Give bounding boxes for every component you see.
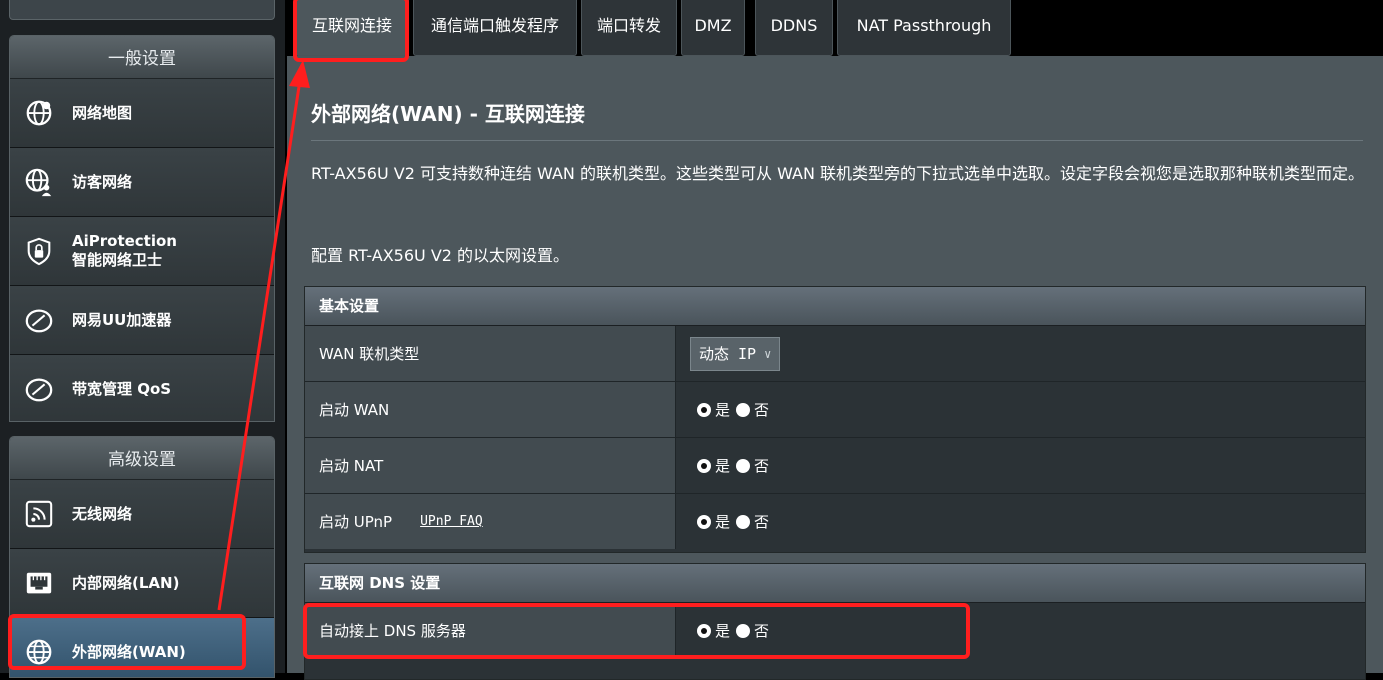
table-row-auto-dns: 自动接上 DNS 服务器 是 否 [305, 603, 1365, 658]
sidebar-item-network-map[interactable]: 网络地图 [10, 79, 274, 148]
radio-label-no: 否 [754, 622, 770, 640]
sidebar-item-label: 带宽管理 QoS [72, 379, 172, 398]
enable-upnp-label: 启动 UPnP [319, 513, 393, 531]
radio-label-yes: 是 [715, 401, 731, 419]
radio-label-no: 否 [754, 401, 770, 419]
sidebar: 一般设置 网络地图 访客网络 AiProtection 智能网络卫士 网易UU加… [0, 0, 285, 678]
sidebar-item-label: 网络地图 [72, 103, 133, 122]
tab-dmz[interactable]: DMZ [681, 0, 745, 56]
table-row-enable-wan: 启动 WAN 是 否 [305, 382, 1365, 438]
advanced-settings-group: 高级设置 无线网络 内部网络(LAN) 外部网络(WAN) [9, 436, 275, 678]
enable-nat-cell: 是 否 [677, 438, 1365, 493]
sidebar-top-stub [9, 0, 275, 20]
page-title: 外部网络(WAN) - 互联网连接 [311, 102, 585, 126]
wan-type-cell: 动态 IP ∨ [677, 326, 1365, 381]
table-row-enable-upnp: 启动 UPnP UPnP FAQ 是 否 [305, 494, 1365, 549]
globe-network-icon [18, 92, 60, 134]
title-divider [311, 140, 1363, 141]
basic-settings-table: 基本设置 WAN 联机类型 动态 IP ∨ 启动 WAN 是 否 启动 NAT … [304, 286, 1366, 553]
page-description: RT-AX56U V2 可支持数种连结 WAN 的联机类型。这些类型可从 WAN… [311, 164, 1365, 183]
upnp-faq-link[interactable]: UPnP FAQ [420, 514, 483, 529]
sidebar-item-uu-accelerator[interactable]: 网易UU加速器 [10, 286, 274, 355]
radio-label-yes: 是 [715, 622, 731, 640]
sidebar-item-guest-network[interactable]: 访客网络 [10, 148, 274, 217]
shield-lock-icon [18, 230, 60, 272]
enable-nat-label: 启动 NAT [305, 438, 676, 493]
wan-type-select[interactable]: 动态 IP ∨ [690, 336, 781, 371]
aiprotection-title: AiProtection [72, 232, 177, 250]
main-panel: 外部网络(WAN) - 互联网连接 RT-AX56U V2 可支持数种连结 WA… [287, 56, 1383, 680]
sidebar-item-label: 网易UU加速器 [72, 310, 172, 329]
speedometer-icon [18, 299, 60, 341]
guest-network-icon [18, 161, 60, 203]
radio-label-yes: 是 [715, 457, 731, 475]
sidebar-item-label: AiProtection 智能网络卫士 [72, 232, 177, 270]
radio-label-no: 否 [754, 513, 770, 531]
aiprotection-subtitle: 智能网络卫士 [72, 251, 163, 269]
general-settings-group: 一般设置 网络地图 访客网络 AiProtection 智能网络卫士 网易UU加… [9, 35, 275, 422]
table-row-enable-nat: 启动 NAT 是 否 [305, 438, 1365, 494]
wan-type-label: WAN 联机类型 [305, 326, 676, 381]
enable-wan-cell: 是 否 [677, 382, 1365, 437]
sidebar-item-label: 外部网络(WAN) [72, 642, 186, 661]
sidebar-item-label: 内部网络(LAN) [72, 573, 180, 592]
wan-type-value: 动态 IP [699, 345, 757, 363]
enable-nat-radio-group: 是 否 [697, 455, 775, 476]
tab-port-forwarding[interactable]: 端口转发 [581, 0, 677, 56]
radio-label-yes: 是 [715, 513, 731, 531]
wifi-icon [18, 493, 60, 535]
enable-wan-no-radio[interactable] [736, 402, 751, 417]
globe-wan-icon [18, 631, 60, 673]
dns-settings-table: 互联网 DNS 设置 自动接上 DNS 服务器 是 否 [304, 563, 1366, 680]
auto-dns-no-radio[interactable] [736, 623, 751, 638]
enable-upnp-label-cell: 启动 UPnP UPnP FAQ [305, 494, 676, 549]
radio-label-no: 否 [754, 457, 770, 475]
tab-nat-passthrough[interactable]: NAT Passthrough [837, 0, 1011, 56]
basic-settings-header: 基本设置 [305, 287, 1365, 326]
advanced-settings-header: 高级设置 [10, 437, 274, 480]
lan-port-icon [18, 562, 60, 604]
general-settings-header: 一般设置 [10, 36, 274, 79]
enable-wan-yes-radio[interactable] [697, 402, 711, 417]
sidebar-item-wan[interactable]: 外部网络(WAN) [10, 618, 274, 677]
sidebar-item-aiprotection[interactable]: AiProtection 智能网络卫士 [10, 217, 274, 286]
sidebar-item-label: 访客网络 [72, 172, 133, 191]
enable-wan-label: 启动 WAN [305, 382, 676, 437]
enable-nat-yes-radio[interactable] [697, 458, 711, 473]
chevron-down-icon: ∨ [764, 346, 772, 361]
auto-dns-label: 自动接上 DNS 服务器 [305, 603, 676, 658]
auto-dns-yes-radio[interactable] [697, 623, 711, 638]
auto-dns-radio-group: 是 否 [697, 620, 775, 641]
config-line: 配置 RT-AX56U V2 的以太网设置。 [311, 246, 570, 265]
tab-ddns[interactable]: DDNS [755, 0, 833, 56]
enable-upnp-radio-group: 是 否 [697, 511, 775, 532]
sidebar-item-wireless[interactable]: 无线网络 [10, 480, 274, 549]
auto-dns-cell: 是 否 [677, 603, 1365, 658]
table-row-wan-type: WAN 联机类型 动态 IP ∨ [305, 326, 1365, 382]
enable-upnp-no-radio[interactable] [736, 514, 751, 529]
tab-internet-connection[interactable]: 互联网连接 [295, 0, 409, 56]
enable-upnp-cell: 是 否 [677, 494, 1365, 549]
sidebar-item-lan[interactable]: 内部网络(LAN) [10, 549, 274, 618]
sidebar-item-label: 无线网络 [72, 504, 133, 523]
qos-gauge-icon [18, 368, 60, 410]
dns-settings-header: 互联网 DNS 设置 [305, 564, 1365, 603]
enable-upnp-yes-radio[interactable] [697, 514, 711, 529]
sidebar-item-qos[interactable]: 带宽管理 QoS [10, 355, 274, 421]
enable-wan-radio-group: 是 否 [697, 399, 775, 420]
enable-nat-no-radio[interactable] [736, 458, 751, 473]
tab-port-trigger[interactable]: 通信端口触发程序 [413, 0, 577, 56]
